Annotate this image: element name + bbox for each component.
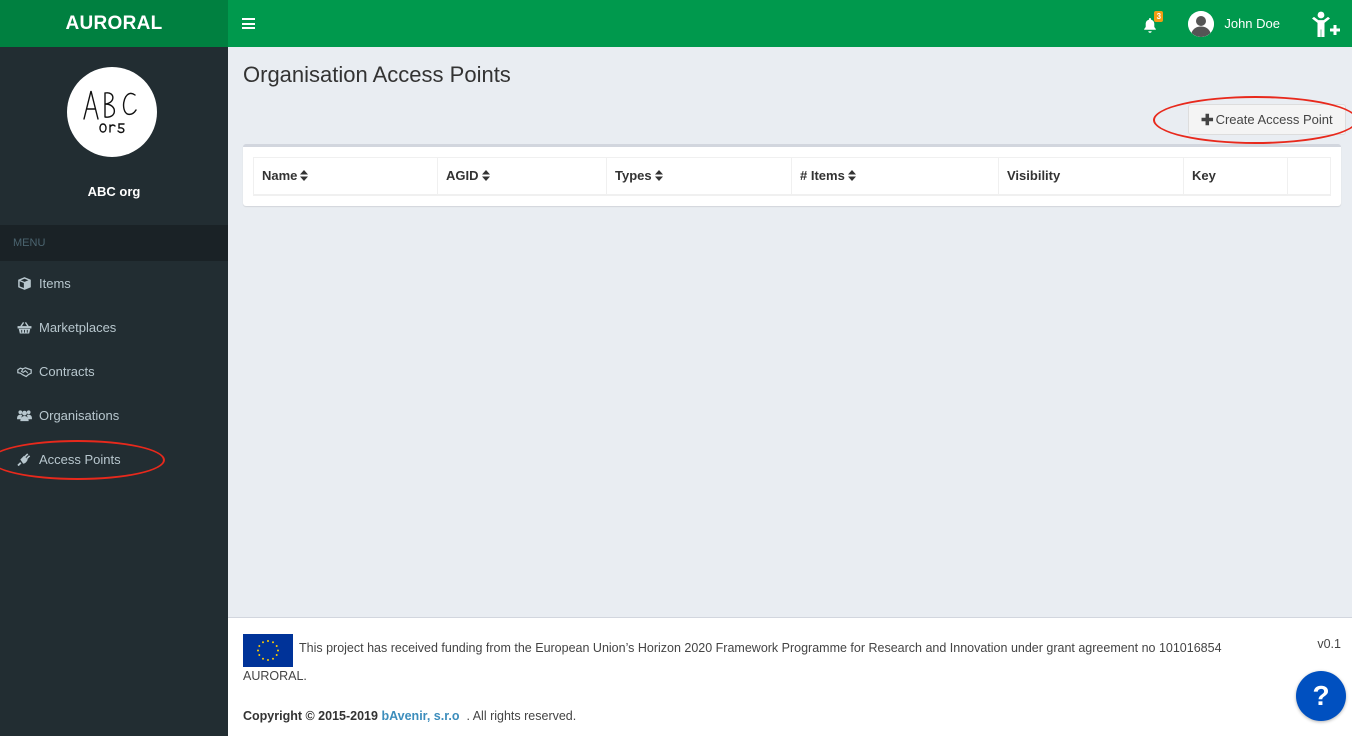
top-navbar: 3 John Doe <box>228 0 1352 47</box>
funding-text: This project has received funding from t… <box>299 641 1222 655</box>
notifications-button[interactable]: 3 <box>1142 10 1164 34</box>
handshake-icon <box>16 364 32 378</box>
sidebar-toggle-menu-icon[interactable] <box>242 18 255 29</box>
version-label: v0.1 <box>1317 637 1341 651</box>
eu-flag-icon <box>243 634 293 667</box>
app-logo[interactable]: AURORAL <box>0 0 228 47</box>
column-header-visibility: Visibility <box>998 157 1184 196</box>
copyright-prefix: Copyright © 2015-2019 <box>243 709 378 723</box>
sidebar-item-organisations[interactable]: Organisations <box>0 393 228 437</box>
page-title: Organisation Access Points <box>243 62 511 87</box>
table-header-row: Name AGID Types # Items Visibility Key <box>253 157 1331 196</box>
funding-text-continued: AURORAL. <box>243 669 307 683</box>
access-points-table: Name AGID Types # Items Visibility Key <box>253 157 1331 196</box>
sort-icon <box>847 170 856 182</box>
company-link[interactable]: bAvenir, s.r.o <box>381 709 459 723</box>
sidebar-item-access-points[interactable]: Access Points <box>0 437 228 481</box>
menu-header: MENU <box>0 225 228 261</box>
column-header-name[interactable]: Name <box>253 157 438 196</box>
cube-icon <box>16 276 32 290</box>
sidebar-item-contracts[interactable]: Contracts <box>0 349 228 393</box>
create-access-point-button[interactable]: ✚ Create Access Point <box>1188 104 1346 135</box>
copyright-suffix: . All rights reserved. <box>466 709 577 723</box>
create-access-point-label: Create Access Point <box>1215 112 1333 127</box>
sidebar-item-marketplaces[interactable]: Marketplaces <box>0 305 228 349</box>
sort-icon <box>481 170 490 182</box>
sidebar-item-label: Items <box>39 275 71 291</box>
copyright: Copyright © 2015-2019 bAvenir, s.r.o . A… <box>243 709 576 723</box>
app-logo-text: AURORAL <box>65 12 163 34</box>
sidebar-menu: Items Marketplaces Contracts Organisatio… <box>0 261 228 481</box>
question-icon: ? <box>1312 680 1330 711</box>
sidebar-item-label: Access Points <box>39 451 121 467</box>
basket-icon <box>16 320 32 334</box>
org-name: ABC org <box>87 184 141 199</box>
column-header-agid[interactable]: AGID <box>437 157 607 196</box>
notification-count-badge: 3 <box>1154 10 1164 22</box>
column-header-actions <box>1287 157 1331 196</box>
plus-icon: ✚ <box>1201 111 1214 129</box>
plug-icon <box>16 452 32 466</box>
user-name: John Doe <box>1224 16 1280 31</box>
accessibility-add-icon[interactable] <box>1310 9 1342 39</box>
sidebar-item-items[interactable]: Items <box>0 261 228 305</box>
help-button[interactable]: ? <box>1296 671 1346 721</box>
sidebar: ABC org MENU Items Marketplaces Contract… <box>0 47 228 736</box>
sort-icon <box>300 170 309 182</box>
sidebar-item-label: Marketplaces <box>39 319 117 335</box>
access-points-table-box: Name AGID Types # Items Visibility Key <box>243 144 1341 206</box>
users-icon <box>16 408 32 422</box>
sort-icon <box>654 170 663 182</box>
user-menu[interactable]: John Doe <box>1188 10 1280 37</box>
column-header-types[interactable]: Types <box>606 157 792 196</box>
column-header-key: Key <box>1183 157 1288 196</box>
column-header-items[interactable]: # Items <box>791 157 999 196</box>
user-avatar <box>1188 10 1215 37</box>
footer: This project has received funding from t… <box>228 617 1352 736</box>
org-logo <box>67 67 157 157</box>
sidebar-item-label: Organisations <box>39 407 120 423</box>
sidebar-item-label: Contracts <box>39 363 95 379</box>
